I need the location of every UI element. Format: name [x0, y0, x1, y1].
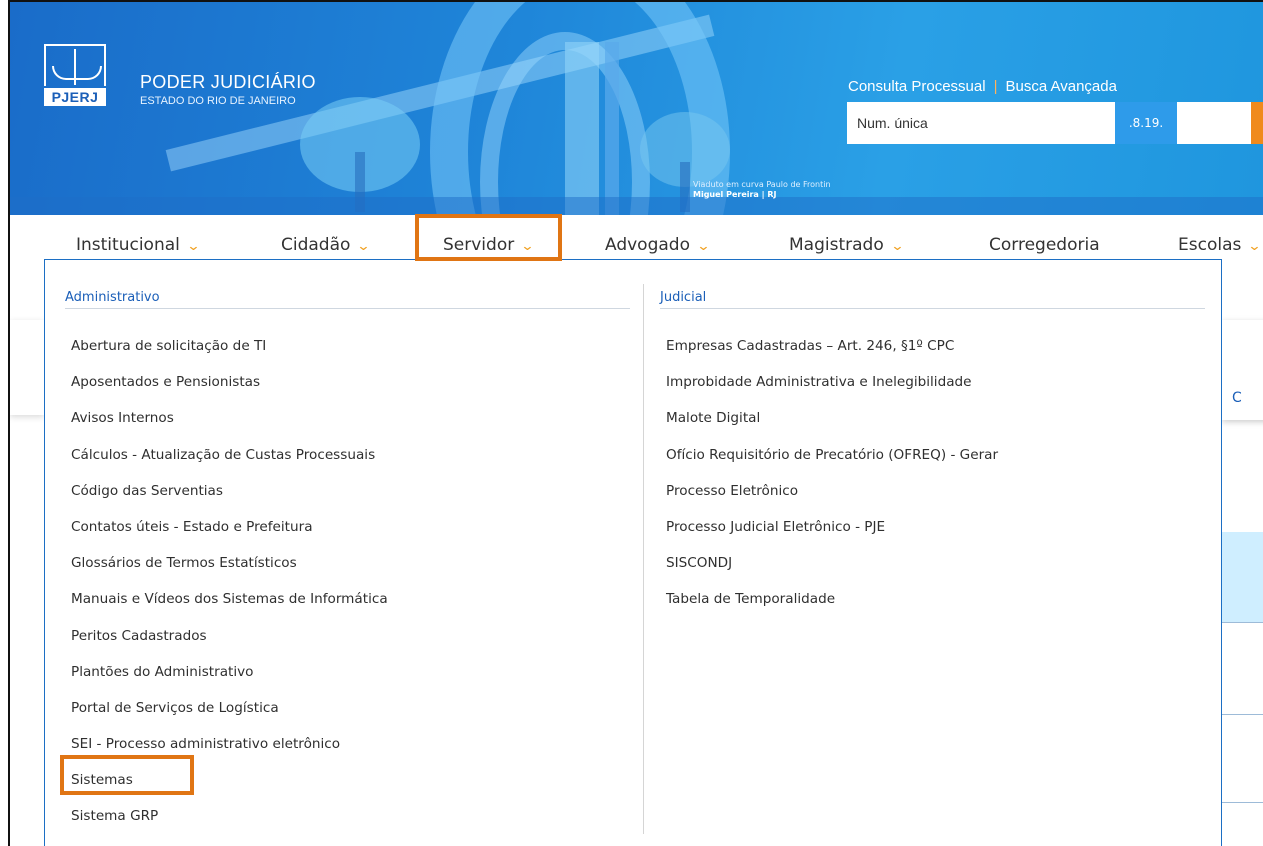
search-button[interactable]	[1251, 102, 1263, 144]
consulta-processual-link[interactable]: Consulta Processual	[848, 78, 986, 95]
chevron-down-icon: ⌄	[1247, 239, 1262, 254]
menu-link-codigo-serventias[interactable]: Código das Serventias	[71, 481, 388, 517]
menu-link-tabela-temporalidade[interactable]: Tabela de Temporalidade	[666, 589, 998, 625]
menu-link-pje[interactable]: Processo Judicial Eletrônico - PJE	[666, 517, 998, 553]
brand-subtitle: ESTADO DO RIO DE JANEIRO	[140, 95, 296, 107]
banner-caption: Viaduto em curva Paulo de Frontin Miguel…	[693, 180, 831, 200]
nav-institucional[interactable]: Institucional ⌄	[76, 235, 201, 255]
menu-link-abertura-solicitacao-ti[interactable]: Abertura de solicitação de TI	[71, 336, 388, 372]
menu-link-ofreq[interactable]: Ofício Requisitório de Precatório (OFREQ…	[666, 445, 998, 481]
busca-avancada-link[interactable]: Busca Avançada	[1005, 78, 1116, 95]
menu-link-malote-digital[interactable]: Malote Digital	[666, 408, 998, 444]
menu-link-avisos-internos[interactable]: Avisos Internos	[71, 408, 388, 444]
nav-corregedoria[interactable]: Corregedoria	[989, 235, 1100, 255]
sistemas-highlight-box	[60, 755, 194, 795]
judicial-heading: Judicial	[660, 290, 707, 305]
menu-link-portal-logistica[interactable]: Portal de Serviços de Logística	[71, 698, 388, 734]
search-links: Consulta Processual | Busca Avançada	[848, 78, 1117, 95]
menu-link-processo-eletronico[interactable]: Processo Eletrônico	[666, 481, 998, 517]
menu-link-plantoes[interactable]: Plantões do Administrativo	[71, 662, 388, 698]
process-search-box: .8.19.	[847, 102, 1263, 144]
menu-link-glossarios[interactable]: Glossários de Termos Estatísticos	[71, 553, 388, 589]
menu-link-sistema-grp[interactable]: Sistema GRP	[71, 806, 388, 842]
menu-link-peritos[interactable]: Peritos Cadastrados	[71, 626, 388, 662]
menu-link-manuais-videos[interactable]: Manuais e Vídeos dos Sistemas de Informá…	[71, 589, 388, 625]
administrativo-heading: Administrativo	[65, 290, 160, 305]
nav-cidadao[interactable]: Cidadão ⌄	[281, 235, 371, 255]
scales-of-justice-icon	[44, 44, 106, 86]
background-card-right: C	[1222, 320, 1263, 420]
process-code-segment: .8.19.	[1115, 102, 1177, 144]
menu-link-siscondj[interactable]: SISCONDJ	[666, 553, 998, 589]
caption-line-1: Viaduto em curva Paulo de Frontin	[693, 180, 831, 189]
menu-link-aposentados-pensionistas[interactable]: Aposentados e Pensionistas	[71, 372, 388, 408]
background-card-left	[10, 320, 44, 415]
process-number-input[interactable]	[847, 102, 1115, 144]
chevron-down-icon: ⌄	[696, 239, 711, 254]
column-divider	[643, 284, 644, 834]
nav-magistrado[interactable]: Magistrado ⌄	[789, 235, 905, 255]
nav-advogado[interactable]: Advogado ⌄	[605, 235, 711, 255]
judicial-links: Empresas Cadastradas – Art. 246, §1º CPC…	[666, 336, 998, 626]
servidor-highlight-box	[415, 214, 562, 261]
nav-escolas[interactable]: Escolas ⌄	[1178, 235, 1262, 255]
browser-viewport: PJERJ PODER JUDICIÁRIO ESTADO DO RIO DE …	[8, 0, 1263, 846]
menu-link-calculos-custas[interactable]: Cálculos - Atualização de Custas Process…	[71, 445, 388, 481]
header-banner: PJERJ PODER JUDICIÁRIO ESTADO DO RIO DE …	[10, 2, 1263, 215]
caption-line-2: Miguel Pereira | RJ	[693, 190, 777, 199]
menu-link-empresas-cadastradas[interactable]: Empresas Cadastradas – Art. 246, §1º CPC	[666, 336, 998, 372]
brand-title: PODER JUDICIÁRIO	[140, 72, 316, 92]
menu-link-contatos-uteis[interactable]: Contatos úteis - Estado e Prefeitura	[71, 517, 388, 553]
servidor-dropdown-menu: Administrativo Judicial Abertura de soli…	[44, 259, 1222, 846]
chevron-down-icon: ⌄	[186, 239, 201, 254]
chevron-down-icon: ⌄	[890, 239, 905, 254]
pjerj-logo[interactable]: PJERJ	[44, 44, 110, 106]
menu-link-improbidade[interactable]: Improbidade Administrativa e Inelegibili…	[666, 372, 998, 408]
background-blue-block	[1222, 532, 1263, 622]
chevron-down-icon: ⌄	[356, 239, 371, 254]
logo-abbreviation: PJERJ	[44, 88, 106, 106]
